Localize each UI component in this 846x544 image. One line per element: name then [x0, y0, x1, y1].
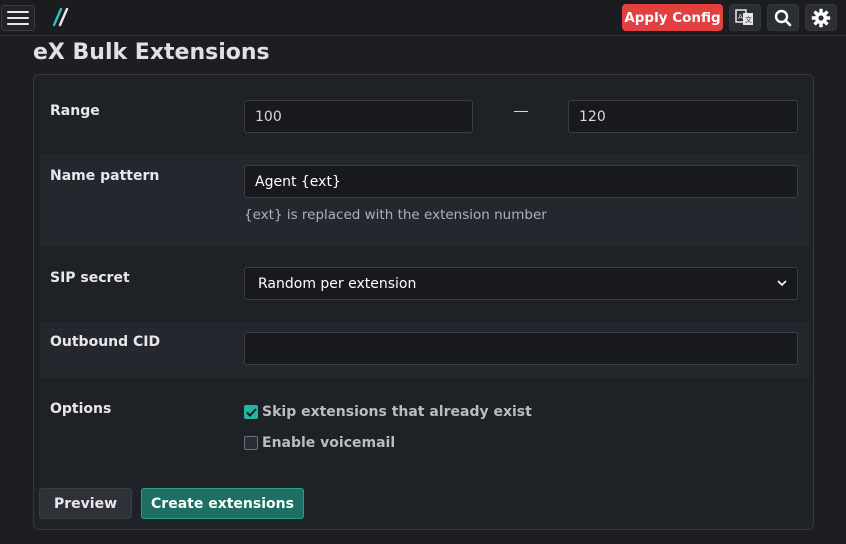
settings-button[interactable] — [805, 4, 837, 31]
logo-icon[interactable] — [50, 5, 70, 29]
svg-text:A: A — [738, 13, 743, 21]
page-title: eX Bulk Extensions — [33, 40, 270, 65]
skip-existing-checkbox[interactable] — [244, 405, 258, 419]
range-separator — [514, 111, 528, 112]
name-pattern-row: Name pattern Agent {ext} {ext} is replac… — [40, 155, 809, 247]
gear-icon — [811, 8, 831, 27]
outbound-cid-input[interactable] — [244, 332, 798, 365]
language-button[interactable]: A 文 — [729, 4, 761, 31]
svg-text:文: 文 — [745, 15, 752, 24]
voicemail-label: Enable voicemail — [262, 435, 396, 451]
voicemail-option[interactable]: Enable voicemail — [244, 435, 395, 451]
bulk-extensions-form: Range 100 120 Name pattern Agent {ext} {… — [33, 74, 814, 530]
range-end-input[interactable]: 120 — [568, 100, 798, 133]
outbound-cid-label: Outbound CID — [50, 334, 161, 350]
options-row: Options Skip extensions that already exi… — [40, 377, 809, 477]
apply-config-button[interactable]: Apply Config — [622, 4, 723, 31]
search-button[interactable] — [767, 4, 799, 31]
skip-existing-label: Skip extensions that already exist — [262, 404, 532, 420]
check-icon — [245, 407, 257, 417]
sip-secret-label: SIP secret — [50, 270, 130, 286]
name-pattern-label: Name pattern — [50, 168, 160, 184]
hamburger-menu-button[interactable] — [1, 5, 35, 31]
options-label: Options — [50, 401, 112, 417]
skip-existing-option[interactable]: Skip extensions that already exist — [244, 404, 532, 420]
sip-secret-row: SIP secret Random per extension — [40, 247, 809, 331]
preview-button[interactable]: Preview — [39, 488, 132, 519]
sip-secret-selected: Random per extension — [258, 275, 417, 292]
range-label: Range — [50, 103, 100, 119]
outbound-cid-row: Outbound CID — [40, 323, 809, 377]
range-start-input[interactable]: 100 — [244, 100, 473, 133]
chevron-down-icon — [777, 280, 787, 287]
voicemail-checkbox[interactable] — [244, 436, 258, 450]
name-pattern-input[interactable]: Agent {ext} — [244, 165, 798, 198]
sip-secret-select[interactable]: Random per extension — [244, 267, 798, 300]
language-icon: A 文 — [735, 8, 753, 25]
name-pattern-help: {ext} is replaced with the extension num… — [244, 207, 547, 223]
hamburger-icon — [7, 11, 29, 13]
search-icon — [774, 9, 792, 26]
top-bar: Apply Config A 文 — [0, 0, 846, 36]
create-extensions-button[interactable]: Create extensions — [141, 488, 304, 519]
range-row: Range 100 120 — [40, 75, 809, 155]
